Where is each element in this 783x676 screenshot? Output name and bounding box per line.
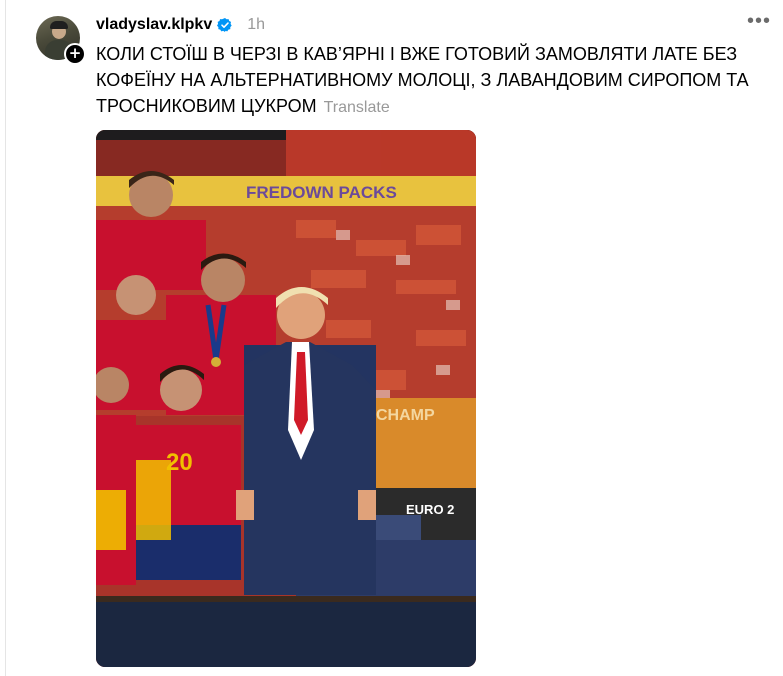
verified-badge-icon — [217, 18, 232, 32]
post-header: vladyslav.klpkv 1h — [96, 14, 265, 36]
caption-text: КОЛИ СТОЇШ В ЧЕРЗІ В КАВ’ЯРНІ І ВЖЕ ГОТО… — [96, 44, 749, 116]
translate-link[interactable]: Translate — [324, 99, 390, 116]
column-divider — [5, 0, 6, 676]
stadium-board-text: CHAMP — [376, 407, 435, 424]
photo-illustration: FREDOWN PACKS CHAMP EURO 2 20 — [96, 130, 476, 667]
follow-plus-icon[interactable]: + — [64, 43, 86, 65]
username[interactable]: vladyslav.klpkv — [96, 16, 212, 34]
podium-text: EURO 2 — [406, 502, 454, 517]
more-options-icon[interactable]: ••• — [747, 11, 771, 31]
author-avatar-group[interactable]: + — [36, 16, 86, 65]
post-caption: КОЛИ СТОЇШ В ЧЕРЗІ В КАВ’ЯРНІ І ВЖЕ ГОТО… — [96, 41, 766, 121]
stadium-banner-text: FREDOWN PACKS — [246, 183, 397, 202]
post-photo[interactable]: FREDOWN PACKS CHAMP EURO 2 20 — [96, 130, 476, 667]
post: + vladyslav.klpkv 1h ••• КОЛИ СТОЇШ В ЧЕ… — [22, 10, 777, 676]
avatar-figure-cap — [50, 21, 68, 29]
post-timestamp[interactable]: 1h — [247, 16, 265, 34]
thread-post-view: + vladyslav.klpkv 1h ••• КОЛИ СТОЇШ В ЧЕ… — [0, 0, 783, 676]
